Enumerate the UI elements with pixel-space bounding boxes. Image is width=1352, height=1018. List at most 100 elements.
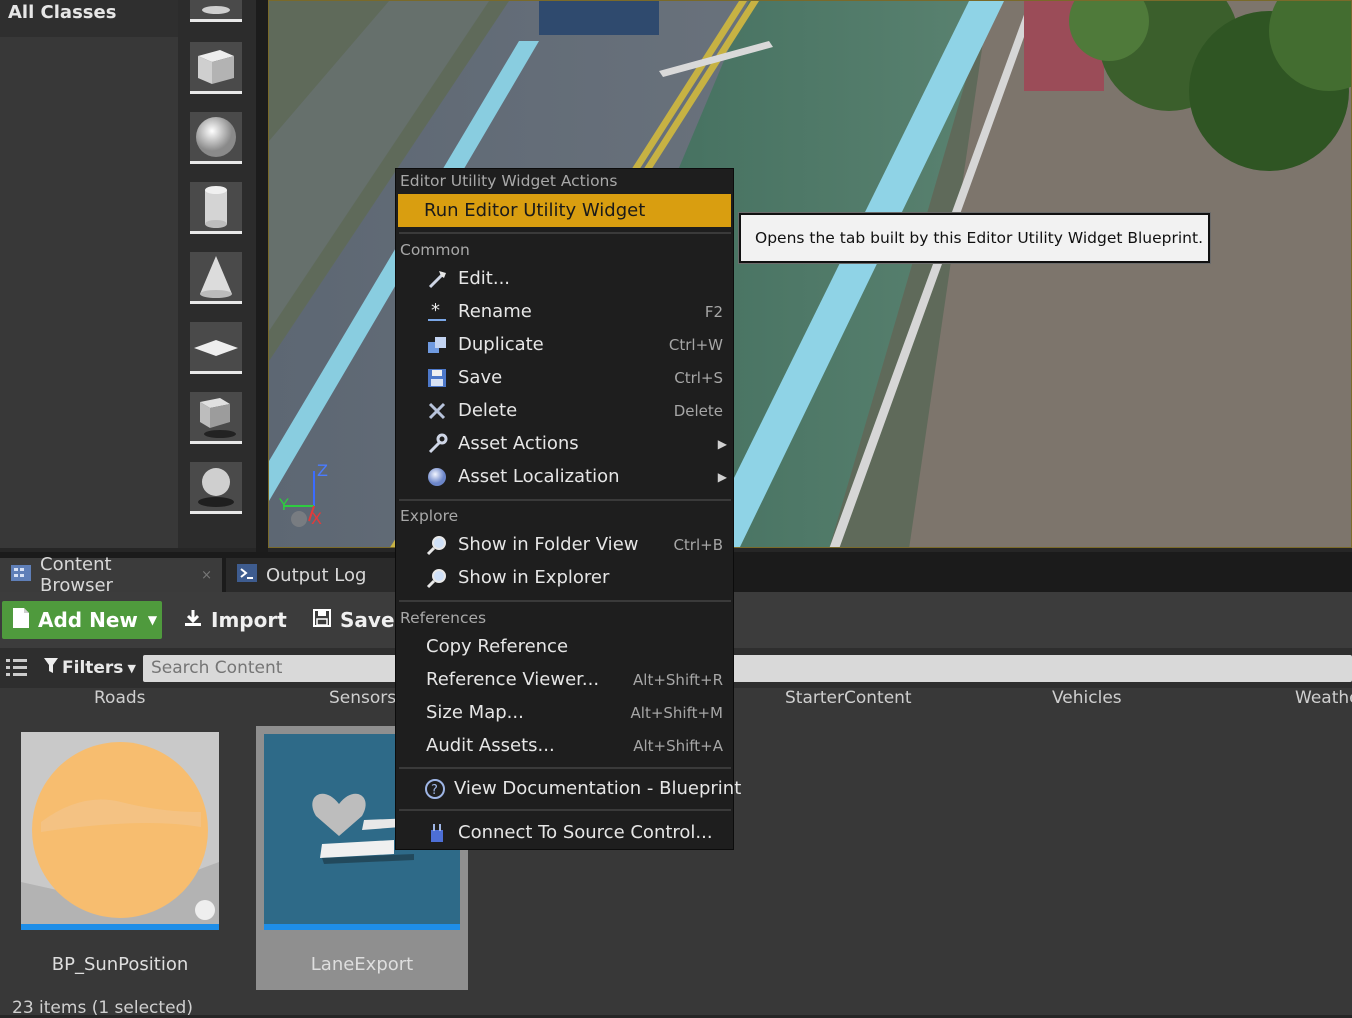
new-file-icon bbox=[12, 607, 30, 634]
menu-item-label: Show in Explorer bbox=[458, 567, 610, 588]
menu-shortcut: F2 bbox=[704, 302, 723, 321]
menu-item-label: Asset Actions bbox=[458, 433, 579, 454]
panel-splitter[interactable] bbox=[256, 0, 268, 552]
menu-item-label: Size Map... bbox=[426, 702, 524, 723]
axis-x-label: X bbox=[311, 509, 322, 528]
submenu-arrow-icon: ▶ bbox=[717, 436, 727, 451]
menu-item-asset-localization[interactable]: Asset Localization ▶ bbox=[398, 460, 731, 493]
asset-tile-bp-sunposition[interactable] bbox=[21, 732, 219, 930]
duplicate-icon bbox=[424, 333, 450, 357]
menu-shortcut: Alt+Shift+R bbox=[633, 670, 723, 689]
menu-shortcut: Alt+Shift+M bbox=[630, 703, 723, 722]
menu-item-label: Audit Assets... bbox=[426, 735, 555, 756]
box-trigger-icon[interactable] bbox=[190, 392, 242, 444]
classes-title[interactable]: All Classes bbox=[8, 2, 116, 23]
menu-shortcut: Ctrl+S bbox=[674, 368, 723, 387]
axis-z-label: Z bbox=[317, 461, 328, 480]
dropdown-arrow-icon: ▼ bbox=[147, 613, 158, 627]
menu-item-label: Reference Viewer... bbox=[426, 669, 600, 690]
folder-roads[interactable]: Roads bbox=[94, 688, 146, 708]
tab-label: Output Log bbox=[266, 564, 367, 586]
sources-toggle-icon[interactable] bbox=[4, 656, 30, 684]
asset-name: BP_SunPosition bbox=[51, 954, 189, 975]
menu-item-audit-assets[interactable]: Audit Assets... Alt+Shift+A bbox=[398, 729, 731, 762]
folder-vehicles[interactable]: Vehicles bbox=[1052, 688, 1122, 708]
folder-weather[interactable]: Weathe bbox=[1295, 688, 1352, 708]
menu-shortcut: Ctrl+B bbox=[673, 535, 723, 554]
save-all-button[interactable]: Save bbox=[312, 603, 395, 637]
magnifier-icon bbox=[424, 533, 450, 557]
menu-item-label: Save bbox=[458, 367, 503, 388]
menu-shortcut: Alt+Shift+A bbox=[633, 736, 723, 755]
axis-y-label: Y bbox=[279, 495, 289, 514]
tab-output-log[interactable]: Output Log bbox=[226, 558, 396, 592]
menu-item-delete[interactable]: Delete Delete bbox=[398, 394, 731, 427]
filters-button[interactable]: Filters ▼ bbox=[44, 654, 136, 682]
close-icon[interactable]: × bbox=[201, 568, 212, 583]
menu-item-copy-reference[interactable]: Copy Reference bbox=[398, 630, 731, 663]
save-icon bbox=[424, 366, 450, 390]
menu-item-save[interactable]: Save Ctrl+S bbox=[398, 361, 731, 394]
menu-item-label: Show in Folder View bbox=[458, 534, 639, 555]
shape-item[interactable] bbox=[190, 0, 242, 22]
edit-icon bbox=[424, 267, 450, 291]
menu-separator bbox=[399, 809, 731, 811]
menu-item-rename[interactable]: * Rename F2 bbox=[398, 295, 731, 328]
save-icon bbox=[312, 608, 332, 633]
import-button[interactable]: Import bbox=[183, 603, 287, 637]
sphere-icon[interactable] bbox=[190, 112, 242, 164]
tooltip-text: Opens the tab built by this Editor Utili… bbox=[755, 229, 1204, 247]
output-log-icon bbox=[236, 563, 258, 588]
section-common: Common bbox=[400, 241, 470, 259]
folder-sensors[interactable]: Sensors bbox=[329, 688, 396, 708]
cube-icon[interactable] bbox=[190, 42, 242, 94]
menu-item-label: Run Editor Utility Widget bbox=[424, 200, 646, 221]
menu-shortcut: Delete bbox=[673, 401, 723, 420]
add-new-button[interactable]: Add New ▼ bbox=[2, 601, 162, 639]
menu-item-label: Delete bbox=[458, 400, 518, 421]
folder-startercontent[interactable]: StarterContent bbox=[785, 688, 912, 708]
delete-icon bbox=[424, 399, 450, 423]
source-control-icon bbox=[424, 821, 450, 845]
menu-item-edit[interactable]: Edit... bbox=[398, 262, 731, 295]
filter-icon bbox=[44, 657, 58, 679]
classes-panel bbox=[0, 0, 178, 548]
menu-item-asset-actions[interactable]: Asset Actions ▶ bbox=[398, 427, 731, 460]
sphere-trigger-icon[interactable] bbox=[190, 462, 242, 514]
menu-item-label: Edit... bbox=[458, 268, 511, 289]
menu-item-label: Connect To Source Control... bbox=[458, 822, 713, 843]
section-explore: Explore bbox=[400, 507, 459, 525]
asset-type-bar bbox=[21, 924, 219, 930]
import-icon bbox=[183, 608, 203, 633]
globe-icon bbox=[424, 465, 450, 489]
svg-text:*: * bbox=[431, 301, 440, 321]
dropdown-arrow-icon: ▼ bbox=[127, 661, 136, 675]
menu-item-view-documentation[interactable]: ? View Documentation - Blueprint bbox=[398, 772, 741, 805]
menu-separator bbox=[399, 499, 731, 501]
shape-palette bbox=[178, 0, 256, 548]
cylinder-icon[interactable] bbox=[190, 182, 242, 234]
plane-icon[interactable] bbox=[190, 322, 242, 374]
run-editor-utility-widget-item[interactable]: Run Editor Utility Widget bbox=[398, 194, 731, 227]
menu-item-show-in-explorer[interactable]: Show in Explorer bbox=[398, 561, 731, 594]
menu-item-label: Duplicate bbox=[458, 334, 544, 355]
import-label: Import bbox=[211, 608, 287, 632]
tab-label: Content Browser bbox=[40, 554, 113, 596]
menu-separator bbox=[399, 232, 731, 234]
search-content-input[interactable] bbox=[143, 655, 1352, 682]
save-label: Save bbox=[340, 608, 395, 632]
menu-item-connect-source-control[interactable]: Connect To Source Control... bbox=[398, 816, 731, 849]
menu-item-size-map[interactable]: Size Map... Alt+Shift+M bbox=[398, 696, 731, 729]
menu-separator bbox=[399, 767, 731, 769]
menu-item-label: Copy Reference bbox=[426, 636, 569, 657]
tab-content-browser[interactable]: Content Browser × bbox=[0, 554, 222, 596]
menu-item-reference-viewer[interactable]: Reference Viewer... Alt+Shift+R bbox=[398, 663, 731, 696]
asset-type-bar bbox=[264, 924, 460, 930]
submenu-arrow-icon: ▶ bbox=[717, 469, 727, 484]
menu-item-show-in-folder-view[interactable]: Show in Folder View Ctrl+B bbox=[398, 528, 731, 561]
context-menu: Editor Utility Widget Actions Run Editor… bbox=[395, 168, 741, 850]
content-browser-icon bbox=[10, 563, 32, 588]
cone-icon[interactable] bbox=[190, 252, 242, 304]
filters-label: Filters bbox=[62, 658, 124, 678]
menu-item-duplicate[interactable]: Duplicate Ctrl+W bbox=[398, 328, 731, 361]
